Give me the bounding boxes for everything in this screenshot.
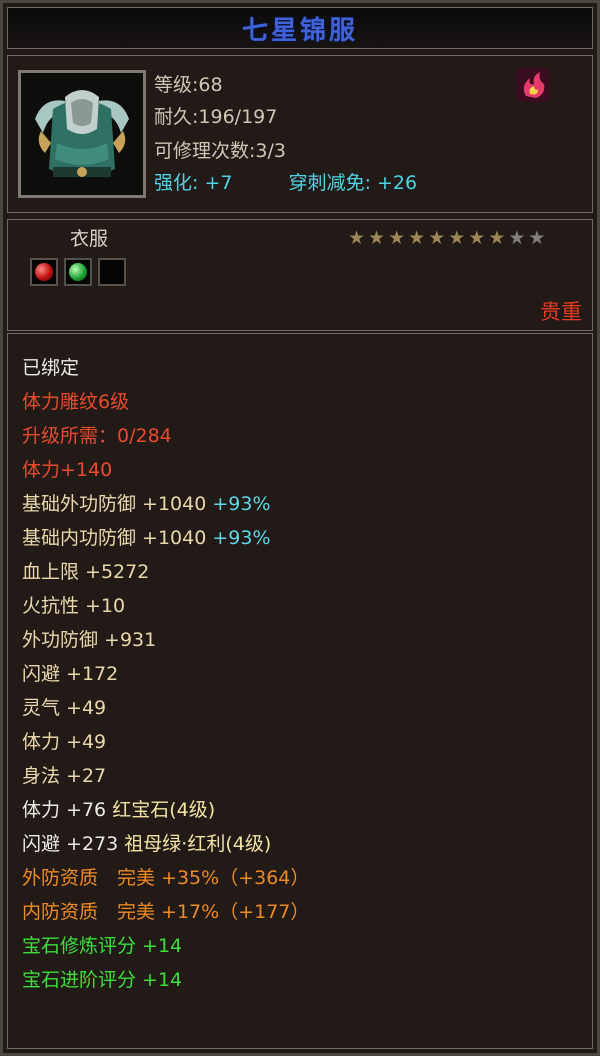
attribute-row: 血上限 +5272 (22, 558, 149, 586)
attribute-extra: 红宝石(4级) (112, 799, 216, 821)
attribute-list: 已绑定体力雕纹6级升级所需：0/284 体力+140 基础外功防御 +1040 +9… (7, 333, 593, 1049)
attribute-text: 基础内功防御 +1040 (22, 527, 207, 549)
attribute-row: 体力 +76 红宝石(4级) (22, 796, 215, 824)
attribute-row: 已绑定 (22, 354, 79, 382)
star-icon: ★ (488, 227, 506, 249)
attribute-text: 基础外功防御 +1040 (22, 493, 207, 515)
attribute-row: 基础内功防御 +1040 +93% (22, 524, 271, 552)
attribute-text: 火抗性 +10 (22, 595, 126, 617)
attribute-text: 身法 +27 (22, 765, 107, 787)
repair-count-text: 可修理次数:3/3 (154, 140, 286, 162)
attribute-row: 体力雕纹6级 (22, 388, 129, 416)
attribute-row: 闪避 +273 祖母绿·红利(4级) (22, 830, 271, 858)
attribute-text: 宝石进阶评分 +14 (22, 969, 183, 991)
attribute-text: 升级所需：0/284 (22, 425, 172, 447)
attribute-text: 闪避 +273 (22, 833, 119, 855)
enhance-row: 强化: +7 穿刺减免: +26 (154, 168, 417, 195)
gem-sockets (30, 258, 126, 286)
attribute-row: 基础外功防御 +1040 +93% (22, 490, 271, 518)
armor-icon (18, 70, 146, 198)
enhance-label: 强化: (154, 172, 199, 194)
star-icon: ★ (508, 227, 526, 249)
attribute-text: 血上限 +5272 (22, 561, 150, 583)
red-gem-icon (35, 263, 53, 281)
attribute-text: 已绑定 (22, 357, 80, 379)
attribute-text: 宝石修炼评分 +14 (22, 935, 183, 957)
attribute-text: 内防资质 完美 +17%（+177） (22, 901, 310, 923)
title-bar: 七星锦服 (7, 7, 593, 49)
slot-panel: 衣服 ★ ★ ★ ★ ★ ★ ★ ★ ★ ★ 贵重 (7, 219, 593, 331)
attribute-row: 火抗性 +10 (22, 592, 125, 620)
enhance-value: +7 (204, 172, 233, 194)
star-icon: ★ (528, 227, 546, 249)
attribute-extra: +93% (212, 527, 271, 549)
level-text: 等级:68 (154, 74, 223, 96)
attribute-row: 闪避 +172 (22, 660, 118, 688)
attribute-text: 灵气 +49 (22, 697, 107, 719)
star-icon: ★ (408, 227, 426, 249)
rarity-label: 贵重 (540, 300, 582, 324)
attribute-row: 灵气 +49 (22, 694, 106, 722)
attribute-row: 内防资质 完美 +17%（+177） (22, 898, 309, 926)
attribute-text: 体力 +49 (22, 731, 107, 753)
star-icon: ★ (388, 227, 406, 249)
gem-socket-1[interactable] (30, 258, 58, 286)
attribute-text: 外功防御 +931 (22, 629, 157, 651)
item-tooltip: 七星锦服 等级:68 耐久:196/197 可修理次数:3/3 强化: +7 穿… (0, 0, 600, 1056)
attribute-row: 体力+140 (22, 456, 112, 484)
attribute-row: 宝石进阶评分 +14 (22, 966, 182, 994)
gem-socket-3[interactable] (98, 258, 126, 286)
attribute-extra: 祖母绿·红利(4级) (124, 833, 272, 855)
green-gem-icon (69, 263, 87, 281)
attribute-row: 宝石修炼评分 +14 (22, 932, 182, 960)
gem-socket-2[interactable] (64, 258, 92, 286)
pierce-label: 穿刺减免: (288, 172, 371, 194)
star-icon: ★ (468, 227, 486, 249)
attribute-row: 升级所需：0/284 (22, 422, 172, 450)
attribute-text: 体力+140 (22, 459, 113, 481)
item-title: 七星锦服 (241, 15, 358, 46)
durability-text: 耐久:196/197 (154, 106, 278, 128)
star-icon: ★ (448, 227, 466, 249)
item-header: 等级:68 耐久:196/197 可修理次数:3/3 强化: +7 穿刺减免: … (7, 55, 593, 213)
attribute-text: 体力 +76 (22, 799, 107, 821)
star-icon: ★ (368, 227, 386, 249)
attribute-text: 外防资质 完美 +35%（+364） (22, 867, 310, 889)
attribute-text: 体力雕纹6级 (22, 391, 130, 413)
attribute-row: 外功防御 +931 (22, 626, 156, 654)
star-rating: ★ ★ ★ ★ ★ ★ ★ ★ ★ ★ (348, 228, 545, 248)
attribute-row: 外防资质 完美 +35%（+364） (22, 864, 309, 892)
attribute-extra: +93% (212, 493, 271, 515)
attribute-row: 身法 +27 (22, 762, 106, 790)
equip-slot-label: 衣服 (70, 228, 109, 250)
star-icon: ★ (428, 227, 446, 249)
attribute-text: 闪避 +172 (22, 663, 119, 685)
star-icon: ★ (348, 227, 366, 249)
pierce-value: +26 (377, 172, 418, 194)
flame-icon (516, 68, 550, 102)
attribute-row: 体力 +49 (22, 728, 106, 756)
